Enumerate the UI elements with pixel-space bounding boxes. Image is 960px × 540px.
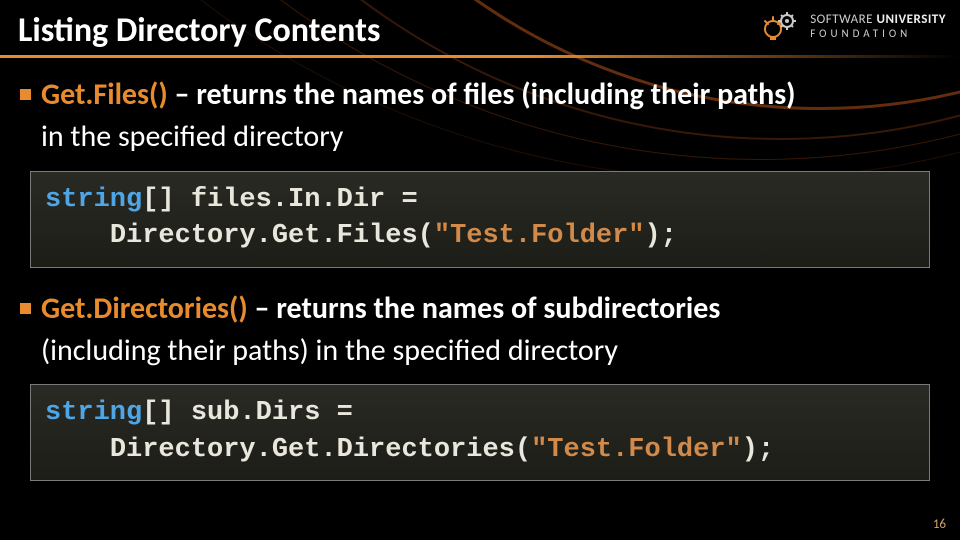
bullet-desc-line1: – returns the names of files (including … xyxy=(168,76,796,113)
code-call: Get.Directories xyxy=(272,435,515,465)
code-token: [] xyxy=(142,185,191,215)
bullet-icon xyxy=(20,89,31,100)
page-number: 16 xyxy=(933,517,946,532)
slide-content: Get.Files() – returns the names of files… xyxy=(20,76,940,503)
bullet-desc-line2: (including their paths) in the specified… xyxy=(20,332,940,370)
code-block: string[] sub.Dirs = Directory.Get.Direct… xyxy=(30,384,930,481)
bullet-desc-line2: in the specified directory xyxy=(20,118,940,156)
code-token: ); xyxy=(645,221,677,251)
code-token: = xyxy=(385,185,417,215)
code-indent xyxy=(45,221,110,251)
bullet-icon xyxy=(20,303,31,314)
code-token: . xyxy=(256,435,272,465)
bullet-item: Get.Directories() – returns the names of… xyxy=(20,290,940,328)
bullet-text: Get.Files() – returns the names of files… xyxy=(41,76,940,114)
brand-line1: SOFTWARE xyxy=(810,12,873,27)
method-name: Get.Files() xyxy=(41,76,168,113)
code-token: ( xyxy=(418,221,434,251)
code-object: Directory xyxy=(110,435,256,465)
code-string: "Test.Folder" xyxy=(531,435,742,465)
code-variable: files.In.Dir xyxy=(191,185,385,215)
code-string: "Test.Folder" xyxy=(434,221,645,251)
title-underline xyxy=(0,55,960,58)
code-token: ( xyxy=(515,435,531,465)
code-block: string[] files.In.Dir = Directory.Get.Fi… xyxy=(30,171,930,268)
code-token: = xyxy=(320,398,352,428)
code-keyword: string xyxy=(45,398,142,428)
code-call: Get.Files xyxy=(272,221,418,251)
bullet-item: Get.Files() – returns the names of files… xyxy=(20,76,940,114)
brand-text: SOFTWARE UNIVERSITY FOUNDATION xyxy=(810,13,946,40)
code-token: [] xyxy=(142,398,191,428)
slide-title: Listing Directory Contents xyxy=(18,10,380,51)
lightbulb-gear-icon xyxy=(760,6,802,48)
code-token: ); xyxy=(742,435,774,465)
code-object: Directory xyxy=(110,221,256,251)
brand-line2: UNIVERSITY xyxy=(876,12,946,27)
bullet-desc-line1: – returns the names of subdirectories xyxy=(248,290,721,327)
method-name: Get.Directories() xyxy=(41,290,248,327)
code-keyword: string xyxy=(45,185,142,215)
brand-logo: SOFTWARE UNIVERSITY FOUNDATION xyxy=(760,6,946,48)
code-variable: sub.Dirs xyxy=(191,398,321,428)
brand-line3: FOUNDATION xyxy=(810,27,911,40)
code-indent xyxy=(45,435,110,465)
bullet-text: Get.Directories() – returns the names of… xyxy=(41,290,940,328)
code-token: . xyxy=(256,221,272,251)
